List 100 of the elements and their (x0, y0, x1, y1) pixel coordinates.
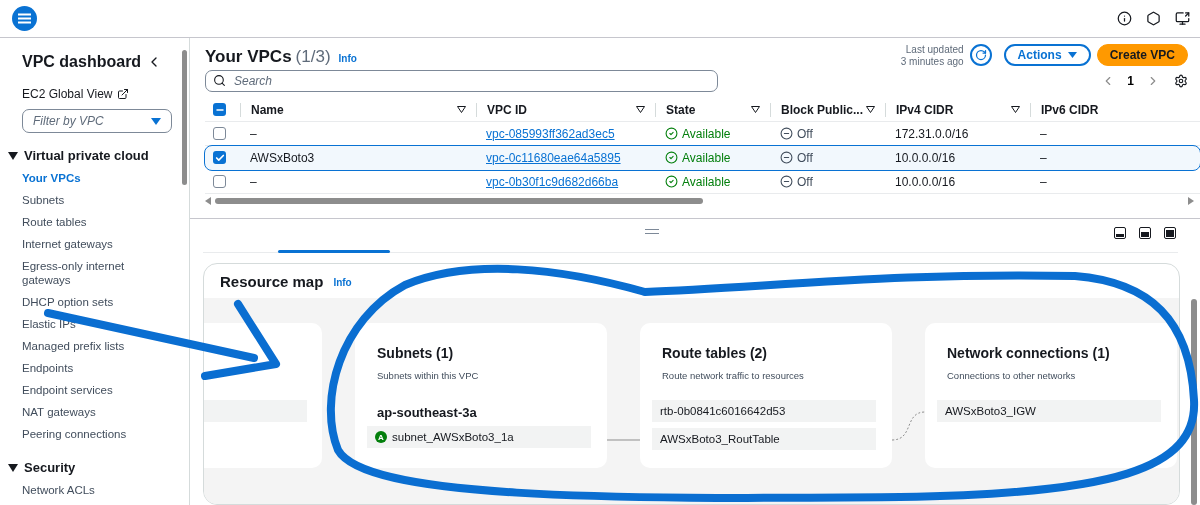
table-row[interactable]: – vpc-0b30f1c9d682d66ba Available Off 10.0.0.0/16 – (205, 170, 1200, 194)
vpc-id-link[interactable]: vpc-0b30f1c9d682d66ba (486, 174, 619, 189)
last-updated-label: Last updated (904, 44, 964, 56)
scroll-right-icon[interactable] (1188, 197, 1194, 205)
status-text: Available (682, 126, 731, 141)
connector-line (892, 411, 925, 441)
row-checkbox[interactable] (213, 175, 226, 188)
status-text: Available (682, 150, 731, 165)
column-header[interactable]: State (655, 102, 770, 117)
card-title: Route tables (2) (662, 345, 768, 361)
column-header[interactable]: Block Public... (770, 102, 885, 117)
filter-dropdown[interactable]: Filter by VPC (22, 109, 172, 133)
info-link[interactable]: Info (338, 44, 357, 64)
status-text: Off (797, 150, 813, 165)
external-link-icon (116, 88, 129, 100)
check-icon (214, 152, 225, 163)
panel-bottom-icon[interactable] (1114, 227, 1126, 239)
table-cell-text: 10.0.0.0/16 (894, 150, 957, 165)
page-title: Your VPCs (1/3) (205, 46, 331, 67)
column-header[interactable]: VPC ID (476, 102, 655, 117)
check-circle-icon (665, 151, 678, 164)
create-vpc-button[interactable]: Create VPC (1096, 44, 1188, 66)
resource-item[interactable]: rtb-0b0841c6016642d53 (652, 400, 876, 422)
table-cell-text: AWSxBoto3 (249, 150, 316, 165)
nav-item[interactable]: Subnets (22, 189, 142, 211)
table-cell-text: 172.31.0.0/16 (894, 126, 970, 141)
drag-handle[interactable] (645, 229, 659, 234)
nav-item[interactable]: Managed prefix lists (22, 335, 142, 357)
row-checkbox[interactable] (213, 127, 226, 140)
panel-split-icon[interactable] (1139, 227, 1151, 239)
actions-button[interactable]: Actions (1003, 44, 1091, 66)
sort-icon (636, 106, 645, 113)
sort-icon (457, 106, 466, 113)
column-header[interactable]: IPv4 CIDR (885, 102, 1030, 117)
card-subtitle: Subnets within this VPC (377, 370, 480, 381)
nav-item[interactable]: Network ACLs (22, 479, 142, 501)
nav-item[interactable]: Peering connections (22, 423, 142, 445)
global-view-link[interactable]: EC2 Global View (22, 87, 180, 101)
vpc-id-link[interactable]: vpc-085993ff362ad3ec5 (486, 126, 615, 141)
scroll-left-icon[interactable] (205, 197, 211, 205)
nav-item[interactable]: DHCP option sets (22, 291, 142, 313)
section-header[interactable]: Virtual private cloud (8, 148, 180, 163)
resource-item[interactable]: AWSxBoto3_RoutTable (652, 428, 876, 450)
resource-item[interactable]: AWSxBoto3_IGW (937, 400, 1161, 422)
check-circle-icon (665, 175, 678, 188)
search-icon (213, 74, 226, 87)
table-cell-text: – (1039, 126, 1048, 141)
status-badge: A (375, 431, 387, 443)
caret-icon (8, 151, 18, 160)
section-header[interactable]: Security (8, 460, 180, 475)
search-field[interactable]: Search (205, 70, 718, 92)
card-title: Network connections (1) (947, 345, 1111, 361)
minus-circle-icon (780, 127, 793, 140)
settings-icon[interactable] (1174, 74, 1188, 88)
resource-item[interactable]: A subnet_AWSxBoto3_1a (367, 426, 591, 448)
table-cell-text: 10.0.0.0/16 (894, 174, 957, 189)
check-circle-icon (665, 127, 678, 140)
sort-icon (1011, 106, 1020, 113)
section-title: Resource map (220, 272, 324, 290)
connector-line (607, 439, 640, 441)
table-cell-text: – (1039, 174, 1048, 189)
info-icon[interactable] (1117, 11, 1132, 26)
nav-item[interactable]: NAT gateways (22, 401, 142, 423)
nav-item[interactable]: Internet gateways (22, 233, 142, 255)
minus-circle-icon (780, 175, 793, 188)
nav-item[interactable]: Route tables (22, 211, 142, 233)
minus-circle-icon (780, 151, 793, 164)
status-text: Off (797, 174, 813, 189)
screen-icon[interactable] (1175, 11, 1190, 26)
hexagon-icon[interactable] (1146, 11, 1161, 26)
menu-button[interactable] (12, 6, 37, 31)
page-number[interactable]: 1 (1123, 74, 1138, 88)
table-cell-text: – (1039, 150, 1048, 165)
caret-icon (151, 117, 161, 125)
card-title: Subnets (1) (377, 345, 455, 361)
vpc-id-link[interactable]: vpc-0c11680eae64a5895 (486, 150, 621, 165)
nav-item[interactable]: Your VPCs (22, 167, 142, 189)
info-link[interactable]: Info (333, 274, 352, 288)
row-checkbox[interactable] (213, 151, 226, 164)
scrollbar-thumb[interactable] (182, 50, 187, 185)
table-row[interactable]: AWSxBoto3 vpc-0c11680eae64a5895 Available Off 10.0.0.0/16 – (205, 146, 1200, 170)
status-text: Off (797, 126, 813, 141)
nav-item[interactable]: Endpoints (22, 357, 142, 379)
select-all-checkbox[interactable] (213, 103, 226, 116)
scrollbar-thumb[interactable] (1191, 299, 1197, 505)
card-subtitle: Connections to other networks (947, 370, 1077, 381)
refresh-button[interactable] (969, 44, 992, 66)
caret-icon (1067, 52, 1077, 58)
panel-full-icon[interactable] (1164, 227, 1176, 239)
sidebar-title: VPC dashboard (22, 53, 142, 71)
column-header[interactable]: Name (240, 102, 476, 117)
table-cell-text: – (249, 174, 258, 189)
card-subtitle: Route network traffic to resources (662, 370, 805, 381)
caret-icon (8, 463, 18, 472)
refresh-icon (974, 49, 987, 61)
column-header[interactable]: IPv6 CIDR (1030, 102, 1190, 117)
last-updated-time: 3 minutes ago (900, 56, 964, 68)
table-cell-text: – (249, 126, 258, 141)
nav-item[interactable]: Endpoint services (22, 379, 142, 401)
nav-item[interactable]: Egress-only internet gateways (22, 255, 142, 291)
